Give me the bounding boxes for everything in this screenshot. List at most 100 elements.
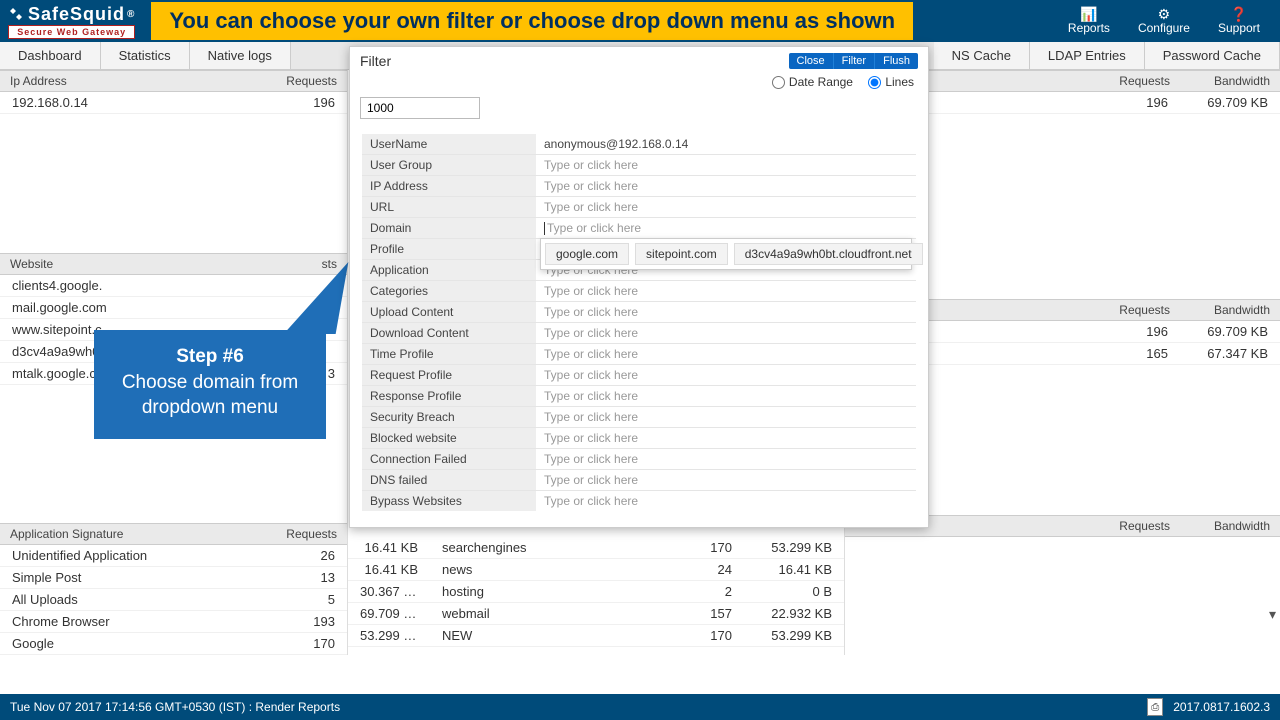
filter-input[interactable]: Type or click here (536, 408, 916, 426)
app-row[interactable]: Simple Post13 (0, 567, 347, 589)
appsig-header-req: Requests (257, 527, 337, 541)
lines-input[interactable] (360, 97, 480, 119)
cat-row[interactable]: news2416.41 KB (430, 559, 844, 581)
user-mid-bw-h: Bandwidth (1170, 303, 1270, 317)
cat-row[interactable]: hosting20 B (430, 581, 844, 603)
filter-label: Upload Content (362, 302, 536, 322)
bw-cell: 69.709 KB (360, 606, 418, 621)
cat-bw: 16.41 KB (732, 562, 832, 577)
user-mid-req-h: Requests (1090, 303, 1170, 317)
filter-input[interactable]: Type or click here (536, 282, 916, 300)
filter-label: Domain (362, 218, 536, 238)
scroll-down-icon[interactable]: ▾ (1269, 606, 1276, 623)
tab-statistics[interactable]: Statistics (101, 42, 190, 69)
dropdown-item[interactable]: google.com (545, 243, 629, 265)
nav-reports[interactable]: 📊Reports (1068, 7, 1110, 35)
filter-input[interactable]: Type or click here (536, 156, 916, 174)
status-text: Tue Nov 07 2017 17:14:56 GMT+0530 (IST) … (10, 700, 340, 714)
filter-input[interactable]: Type or click here (536, 387, 916, 405)
logo-subtitle: Secure Web Gateway (8, 25, 135, 39)
nav-support[interactable]: ❓Support (1218, 7, 1260, 35)
filter-modal: Filter Close Filter Flush Date Range Lin… (349, 46, 929, 528)
close-button[interactable]: Close (789, 53, 833, 69)
user-bot-bw-h: Bandwidth (1170, 519, 1270, 533)
filter-input[interactable]: Type or click here (536, 366, 916, 384)
app-row[interactable]: All Uploads5 (0, 589, 347, 611)
radio-lines[interactable]: Lines (868, 75, 914, 89)
filter-input[interactable]: Type or click here (536, 345, 916, 363)
filter-input[interactable]: Type or click here (536, 198, 916, 216)
dropdown-item[interactable]: d3cv4a9a9wh0bt.cloudfront.net (734, 243, 923, 265)
filter-label: Application (362, 260, 536, 280)
logo-icon (8, 6, 24, 22)
tab-ldap-entries[interactable]: LDAP Entries (1030, 42, 1145, 69)
bw-cell: 53.299 KB (360, 628, 418, 643)
logo-reg: ® (127, 9, 135, 20)
app-cell: Chrome Browser (12, 614, 255, 629)
bw-row: 69.709 KB (348, 603, 430, 625)
nav-configure[interactable]: ⚙Configure (1138, 7, 1190, 35)
step-callout: Step #6 Choose domain from dropdown menu (94, 330, 326, 439)
app-row[interactable]: Google170 (0, 633, 347, 655)
domain-dropdown: google.comsitepoint.comd3cv4a9a9wh0bt.cl… (540, 238, 912, 270)
pdf-icon[interactable]: ⎙ (1147, 698, 1163, 716)
instruction-banner: You can choose your own filter or choose… (151, 2, 913, 40)
tab-password-cache[interactable]: Password Cache (1145, 42, 1280, 69)
filter-label: Blocked website (362, 428, 536, 448)
filter-input[interactable]: Type or click here (536, 219, 916, 237)
cat-cell: webmail (442, 606, 652, 621)
app-row[interactable]: Unidentified Application26 (0, 545, 347, 567)
filter-input[interactable]: anonymous@192.168.0.14 (536, 135, 916, 153)
cat-row[interactable]: NEW17053.299 KB (430, 625, 844, 647)
filter-label: Profile (362, 239, 536, 259)
tab-dashboard[interactable]: Dashboard (0, 42, 101, 69)
user-bot-req-h: Requests (1090, 519, 1170, 533)
filter-row-bypass-websites: Bypass WebsitesType or click here (362, 490, 916, 511)
status-bar: Tue Nov 07 2017 17:14:56 GMT+0530 (IST) … (0, 694, 1280, 720)
tab-native-logs[interactable]: Native logs (190, 42, 291, 69)
callout-title: Step #6 (106, 344, 314, 370)
app-row[interactable]: Chrome Browser193 (0, 611, 347, 633)
filter-row-categories: CategoriesType or click here (362, 280, 916, 301)
user-header-bw: Bandwidth (1170, 74, 1270, 88)
app-req: 13 (255, 570, 335, 585)
configure-icon: ⚙ (1138, 7, 1190, 21)
flush-button[interactable]: Flush (874, 53, 918, 69)
ip-row[interactable]: 192.168.0.14 196 (0, 92, 347, 114)
filter-input[interactable]: Type or click here (536, 450, 916, 468)
filter-row-username: UserNameanonymous@192.168.0.14 (362, 133, 916, 154)
tab-ns-cache[interactable]: NS Cache (934, 42, 1030, 69)
filter-row-ip-address: IP AddressType or click here (362, 175, 916, 196)
ip-header: Ip Address Requests (0, 70, 347, 92)
app-req: 170 (255, 636, 335, 651)
filter-input[interactable]: Type or click here (536, 471, 916, 489)
logo-text: SafeSquid (28, 4, 125, 25)
logo: SafeSquid ® Secure Web Gateway (0, 2, 143, 41)
nav-support-label: Support (1218, 21, 1260, 35)
filter-input[interactable]: Type or click here (536, 429, 916, 447)
cat-req: 2 (652, 584, 732, 599)
nav-reports-label: Reports (1068, 21, 1110, 35)
ip-header-label: Ip Address (10, 74, 257, 88)
filter-row-connection-failed: Connection FailedType or click here (362, 448, 916, 469)
filter-input[interactable]: Type or click here (536, 303, 916, 321)
cat-row[interactable]: webmail15722.932 KB (430, 603, 844, 625)
filter-input[interactable]: Type or click here (536, 177, 916, 195)
filter-row-download-content: Download ContentType or click here (362, 322, 916, 343)
ip-header-req: Requests (257, 74, 337, 88)
filter-button[interactable]: Filter (833, 53, 874, 69)
cat-row[interactable]: searchengines17053.299 KB (430, 537, 844, 559)
dropdown-item[interactable]: sitepoint.com (635, 243, 728, 265)
filter-label: IP Address (362, 176, 536, 196)
filter-input[interactable]: Type or click here (536, 492, 916, 510)
user-bw: 69.709 KB (1168, 95, 1268, 110)
filter-input[interactable]: Type or click here (536, 324, 916, 342)
website-header-label: Website (10, 257, 257, 271)
user-mid-req: 196 (1088, 324, 1168, 339)
ip-req: 196 (255, 95, 335, 110)
radio-date-range[interactable]: Date Range (772, 75, 853, 89)
filter-label: URL (362, 197, 536, 217)
mid-cat-col: searchengines17053.299 KBnews2416.41 KBh… (430, 537, 844, 647)
bw-row: 16.41 KB (348, 537, 430, 559)
version-text: 2017.0817.1602.3 (1173, 700, 1270, 714)
